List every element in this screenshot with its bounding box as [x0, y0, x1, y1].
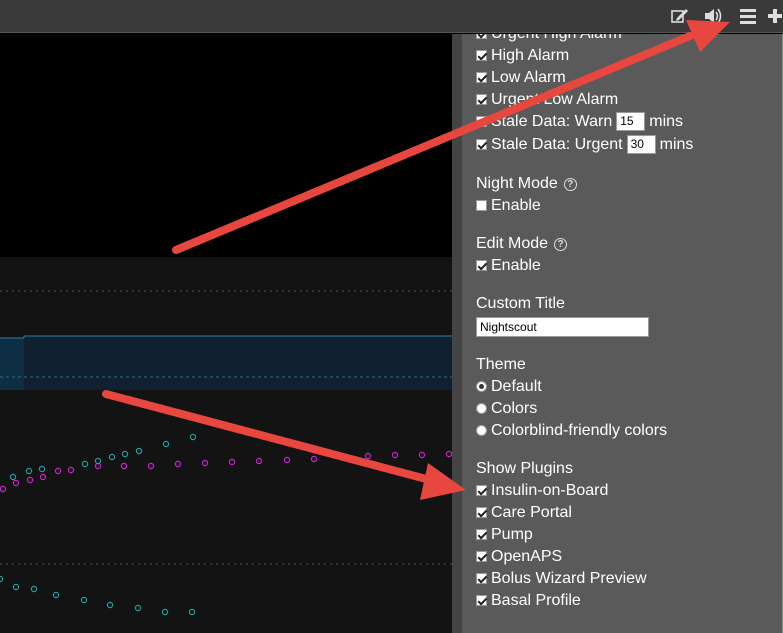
plugin-checkbox[interactable]: [476, 507, 487, 518]
custom-title-heading: Custom Title: [476, 295, 565, 312]
stale-data-warn-checkbox[interactable]: [476, 116, 487, 127]
high-alarm-checkbox[interactable]: [476, 50, 487, 61]
plugin-checkbox[interactable]: [476, 551, 487, 562]
plus-icon[interactable]: [768, 6, 783, 26]
show-plugins-title: Show Plugins: [476, 460, 573, 477]
basal-segment: [0, 338, 24, 390]
glucose-chart: [0, 257, 452, 633]
edit-mode-enable-checkbox[interactable]: [476, 260, 487, 271]
stale-urgent-minutes-input[interactable]: 30: [626, 135, 656, 155]
plugin-insulin-on-board[interactable]: Insulin-on-Board: [476, 480, 608, 502]
theme-option-colorblind[interactable]: Colorblind-friendly colors: [476, 420, 667, 442]
plugin-pump[interactable]: Pump: [476, 524, 533, 546]
urgent-low-alarm-checkbox[interactable]: [476, 94, 487, 105]
glucose-chart-area: [0, 34, 452, 633]
theme-colorblind-radio[interactable]: [476, 425, 487, 436]
speaker-icon[interactable]: [702, 6, 724, 26]
edit-icon[interactable]: [669, 6, 691, 26]
plugin-care-portal[interactable]: Care Portal: [476, 502, 572, 524]
plugin-checkbox[interactable]: [476, 485, 487, 496]
plugin-basal-profile[interactable]: Basal Profile: [476, 590, 581, 612]
hamburger-menu-icon[interactable]: [737, 6, 759, 26]
basal-band: [24, 336, 452, 390]
help-icon[interactable]: ?: [563, 178, 577, 191]
stale-warn-minutes-input[interactable]: 15: [616, 112, 646, 132]
low-alarm-option[interactable]: Low Alarm: [476, 67, 566, 89]
custom-title-input[interactable]: Nightscout: [476, 317, 649, 337]
theme-title: Theme: [476, 356, 526, 373]
chart-background: [0, 257, 452, 633]
high-alarm-option[interactable]: High Alarm: [476, 45, 569, 67]
plugin-openaps[interactable]: OpenAPS: [476, 546, 562, 568]
stale-data-warn-option[interactable]: Stale Data: Warn 15 mins: [476, 111, 683, 133]
night-mode-enable-option[interactable]: Enable: [476, 195, 541, 217]
urgent-high-alarm-option[interactable]: Urgent High Alarm: [476, 34, 622, 45]
night-mode-enable-checkbox[interactable]: [476, 200, 487, 211]
urgent-high-alarm-checkbox[interactable]: [476, 34, 487, 39]
edit-mode-enable-option[interactable]: Enable: [476, 255, 541, 277]
night-mode-title: Night Mode?: [476, 173, 577, 195]
theme-default-radio[interactable]: [476, 381, 487, 392]
stale-data-urgent-checkbox[interactable]: [476, 139, 487, 150]
urgent-low-alarm-option[interactable]: Urgent Low Alarm: [476, 89, 618, 111]
plugin-checkbox[interactable]: [476, 595, 487, 606]
plugin-bolus-wizard-preview[interactable]: Bolus Wizard Preview: [476, 568, 647, 590]
settings-panel: Urgent High Alarm High Alarm Low Alarm U…: [452, 34, 783, 633]
theme-colors-radio[interactable]: [476, 403, 487, 414]
theme-option-colors[interactable]: Colors: [476, 398, 537, 420]
plugin-checkbox[interactable]: [476, 529, 487, 540]
low-alarm-checkbox[interactable]: [476, 72, 487, 83]
theme-option-default[interactable]: Default: [476, 376, 542, 398]
edit-mode-title: Edit Mode?: [476, 233, 568, 255]
help-icon[interactable]: ?: [554, 238, 568, 251]
plugin-checkbox[interactable]: [476, 573, 487, 584]
stale-data-urgent-option[interactable]: Stale Data: Urgent 30 mins: [476, 134, 693, 156]
top-toolbar: [0, 0, 783, 33]
